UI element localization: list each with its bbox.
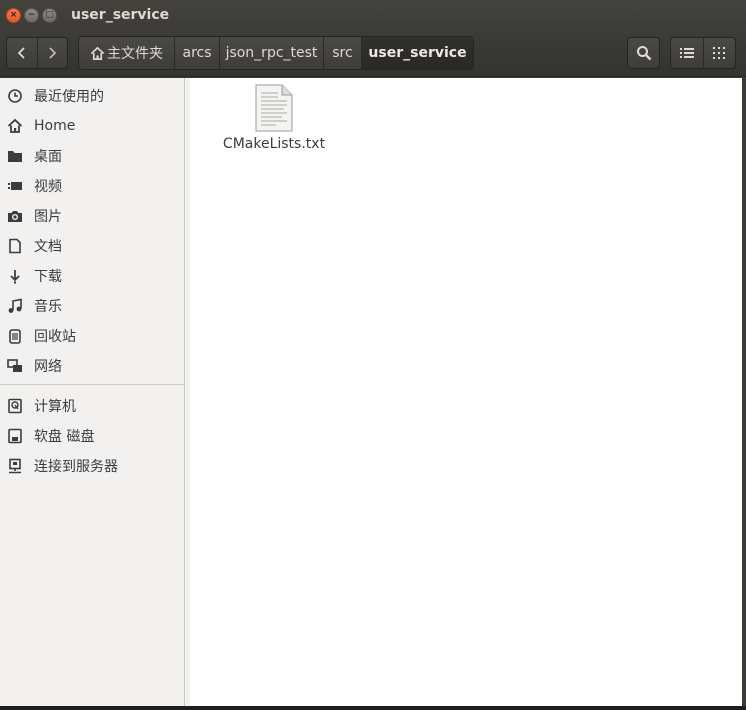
search-button[interactable] [627, 37, 660, 69]
breadcrumb: 主文件夹 arcs json_rpc_test src user_service [78, 36, 474, 70]
minimize-window-button[interactable]: − [24, 7, 39, 23]
sidebar-item-music[interactable]: 音乐 [0, 291, 184, 321]
sidebar-item-label: 下载 [34, 269, 62, 285]
window-right-border [742, 78, 746, 706]
grid-view-icon [713, 47, 726, 59]
history-nav [6, 37, 68, 69]
breadcrumb-home-label: 主文件夹 [107, 46, 163, 62]
sidebar-item-videos[interactable]: 视频 [0, 171, 184, 201]
sidebar-item-label: 软盘 磁盘 [34, 429, 95, 445]
floppy-icon [7, 428, 23, 444]
breadcrumb-home[interactable]: 主文件夹 [79, 37, 174, 69]
sidebar-item-floppy[interactable]: 软盘 磁盘 [0, 421, 184, 451]
document-icon [7, 238, 23, 254]
sidebar-item-downloads[interactable]: 下载 [0, 261, 184, 291]
chevron-left-icon [17, 47, 25, 59]
back-button[interactable] [7, 38, 37, 68]
sidebar-item-home[interactable]: Home [0, 111, 184, 141]
grid-view-button[interactable] [702, 38, 735, 68]
home-icon [7, 118, 23, 134]
sidebar-divider [0, 384, 184, 385]
sidebar-item-label: 网络 [34, 359, 62, 375]
video-icon [7, 178, 23, 194]
sidebar-item-label: 计算机 [34, 399, 76, 415]
sidebar-item-recent[interactable]: 最近使用的 [0, 81, 184, 111]
breadcrumb-src[interactable]: src [323, 37, 361, 69]
sidebar-item-documents[interactable]: 文档 [0, 231, 184, 261]
file-name: CMakeLists.txt [222, 136, 326, 152]
sidebar-item-computer[interactable]: 计算机 [0, 391, 184, 421]
clock-icon [7, 88, 23, 104]
forward-button[interactable] [36, 38, 67, 68]
toolbar: 主文件夹 arcs json_rpc_test src user_service [0, 30, 746, 77]
title-bar: × − □ user_service [0, 0, 746, 30]
computer-icon [7, 398, 23, 414]
sidebar-item-label: 回收站 [34, 329, 76, 345]
sidebar-item-label: 最近使用的 [34, 89, 104, 105]
chevron-right-icon [49, 47, 57, 59]
window-controls: × − □ [6, 7, 60, 23]
view-switcher [670, 37, 736, 69]
download-icon [7, 268, 23, 284]
maximize-window-button[interactable]: □ [42, 7, 57, 23]
list-view-icon [679, 48, 694, 58]
search-icon [636, 46, 651, 61]
sidebar-item-trash[interactable]: 回收站 [0, 321, 184, 351]
breadcrumb-arcs[interactable]: arcs [174, 37, 219, 69]
sidebar-item-label: Home [34, 118, 76, 134]
folder-icon [7, 148, 23, 164]
sidebar-item-label: 文档 [34, 239, 62, 255]
sidebar-item-desktop[interactable]: 桌面 [0, 141, 184, 171]
breadcrumb-json-rpc-test[interactable]: json_rpc_test [219, 37, 323, 69]
trash-icon [7, 328, 23, 344]
sidebar-item-network[interactable]: 网络 [0, 351, 184, 381]
sidebar: 最近使用的 Home 桌面 视频 图片 文档 下载 音乐 回收站 网络 计算机 [0, 78, 185, 706]
list-view-button[interactable] [671, 38, 703, 68]
camera-icon [7, 208, 23, 224]
window-title: user_service [71, 7, 170, 23]
network-icon [7, 358, 23, 374]
text-file-icon [255, 84, 293, 132]
home-icon [90, 46, 105, 60]
sidebar-item-label: 桌面 [34, 149, 62, 165]
sidebar-item-label: 视频 [34, 179, 62, 195]
close-window-button[interactable]: × [6, 7, 21, 23]
file-item[interactable]: CMakeLists.txt [218, 84, 330, 156]
window-bottom-border [0, 706, 746, 710]
server-icon [7, 458, 23, 474]
sidebar-item-label: 音乐 [34, 299, 62, 315]
file-view[interactable]: CMakeLists.txt [190, 78, 742, 706]
sidebar-item-pictures[interactable]: 图片 [0, 201, 184, 231]
music-icon [7, 298, 23, 314]
sidebar-item-connect-server[interactable]: 连接到服务器 [0, 451, 184, 481]
sidebar-item-label: 图片 [34, 209, 62, 225]
sidebar-item-label: 连接到服务器 [34, 459, 118, 475]
breadcrumb-user-service[interactable]: user_service [361, 37, 473, 69]
